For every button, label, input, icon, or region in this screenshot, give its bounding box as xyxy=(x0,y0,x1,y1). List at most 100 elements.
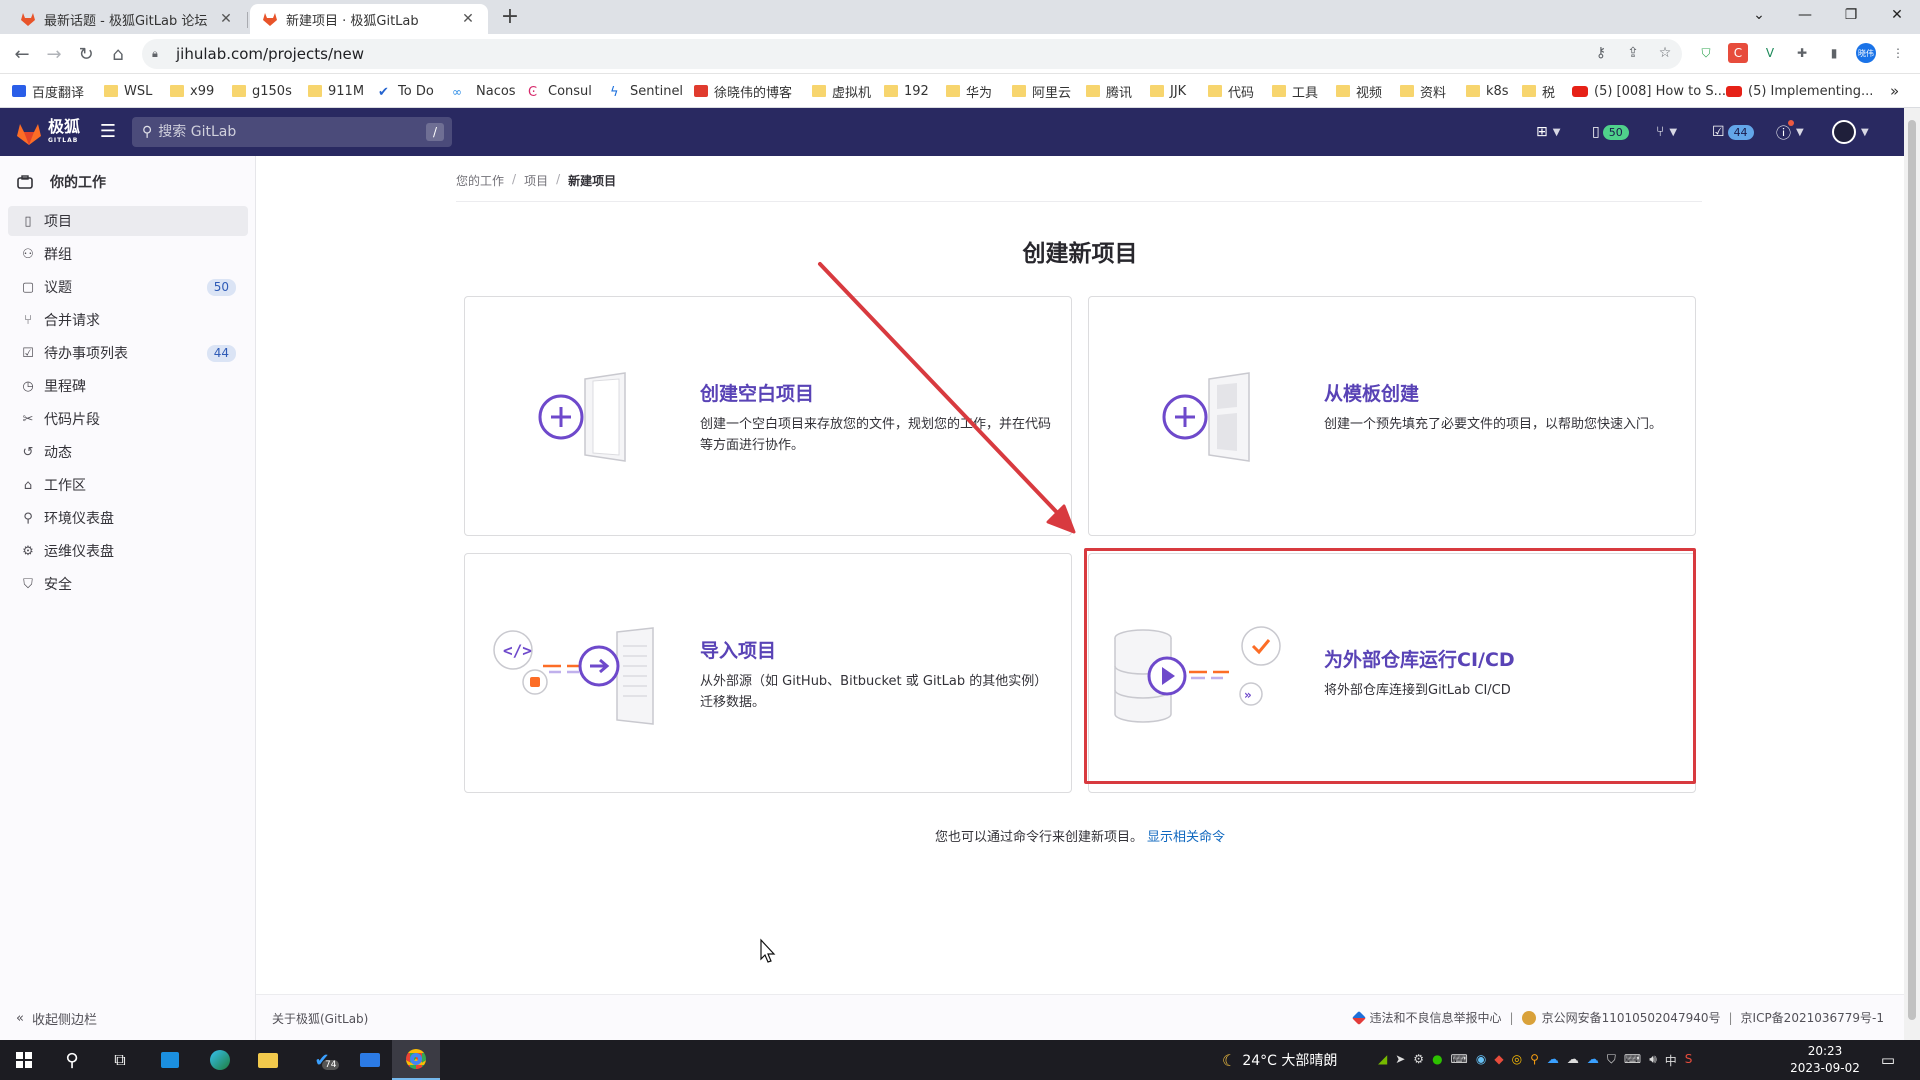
report-center-link[interactable]: 违法和不良信息举报中心 xyxy=(1370,1009,1502,1026)
bookmark-item[interactable]: ✔ To Do xyxy=(378,82,434,101)
gitlab-logo[interactable]: 极狐 GITLAB xyxy=(16,119,80,148)
chrome-icon[interactable] xyxy=(392,1040,440,1080)
search-tray-icon[interactable]: ⚲ xyxy=(1530,1052,1539,1069)
sidebar-item-todos[interactable]: ☑ 待办事项列表 44 xyxy=(8,338,248,368)
back-icon[interactable]: ← xyxy=(8,40,36,68)
chrome-tray-icon[interactable]: ◎ xyxy=(1512,1052,1522,1069)
sogou-icon[interactable]: S xyxy=(1685,1052,1693,1069)
send-icon[interactable]: ➤ xyxy=(1395,1052,1405,1069)
bookmark-item[interactable]: 阿里云 xyxy=(1012,82,1071,101)
close-icon[interactable]: ✕ xyxy=(218,11,234,27)
color-app-icon[interactable]: ◆ xyxy=(1494,1052,1503,1069)
onedrive-personal-icon[interactable]: ☁ xyxy=(1567,1052,1579,1069)
windows-start-icon[interactable] xyxy=(0,1040,48,1080)
create-new-dropdown[interactable]: ⊞ ▼ xyxy=(1536,120,1560,144)
bookmark-item[interactable]: x99 xyxy=(170,82,214,100)
tray-app-icon[interactable]: ⌨ xyxy=(1451,1052,1468,1069)
todo-app-icon[interactable]: ✔ 74 xyxy=(298,1040,346,1080)
create-blank-project-panel[interactable]: 创建空白项目 创建一个空白项目来存放您的文件，规划您的工作，并在代码等方面进行协… xyxy=(464,296,1072,536)
bookmark-item[interactable]: ϟ Sentinel xyxy=(610,82,683,101)
wechat-icon[interactable]: ● xyxy=(1432,1052,1442,1069)
notification-center-icon[interactable]: ▭ xyxy=(1876,1048,1900,1072)
bookmark-item[interactable]: (5) [008] How to S... xyxy=(1572,82,1726,100)
volume-icon[interactable]: 🔊︎ xyxy=(1649,1052,1657,1069)
sidepanel-icon[interactable]: ▮ xyxy=(1824,43,1844,63)
sidebar-item-operations[interactable]: ⚙ 运维仪表盘 xyxy=(8,536,248,566)
edge-browser-icon[interactable] xyxy=(196,1040,244,1080)
shield-extension-icon[interactable]: ⛉ xyxy=(1696,43,1716,63)
bookmark-item[interactable]: 腾讯 xyxy=(1086,82,1132,101)
onedrive-icon[interactable]: ☁ xyxy=(1547,1052,1559,1069)
sidebar-item-snippets[interactable]: ✂ 代码片段 xyxy=(8,404,248,434)
bookmark-item[interactable]: 徐晓伟的博客 xyxy=(694,82,792,101)
puzzle-icon[interactable]: ✚ xyxy=(1792,43,1812,63)
browser-tab-new-project[interactable]: 新建项目 · 极狐GitLab ✕ xyxy=(250,4,488,34)
kebab-menu-icon[interactable]: ⋮ xyxy=(1888,43,1908,63)
sidebar-item-workspaces[interactable]: ⌂ 工作区 xyxy=(8,470,248,500)
home-icon[interactable]: ⌂ xyxy=(104,40,132,68)
file-explorer-icon[interactable] xyxy=(244,1040,292,1080)
bookmark-item[interactable]: JJK xyxy=(1150,82,1186,100)
breadcrumb-projects[interactable]: 项目 xyxy=(524,172,548,189)
sidebar-item-merge-requests[interactable]: ⑂ 合并请求 xyxy=(8,305,248,335)
task-view-icon[interactable]: ⧉ xyxy=(96,1040,144,1080)
bookmark-item[interactable]: k8s xyxy=(1466,82,1509,100)
sidebar-item-activity[interactable]: ↺ 动态 xyxy=(8,437,248,467)
create-from-template-panel[interactable]: 从模板创建 创建一个预先填充了必要文件的项目，以帮助您快速入门。 xyxy=(1088,296,1696,536)
breadcrumb-new-project[interactable]: 新建项目 xyxy=(568,172,616,189)
bookmark-item[interactable]: 工具 xyxy=(1272,82,1318,101)
search-icon[interactable]: ⚲ xyxy=(48,1040,96,1080)
todos-button[interactable]: ☑ 44 xyxy=(1712,120,1754,144)
browser-tab-forum[interactable]: 最新话题 - 极狐GitLab 论坛 ✕ xyxy=(8,4,246,34)
v-extension-icon[interactable]: V xyxy=(1760,43,1780,63)
nvidia-icon[interactable]: ◢ xyxy=(1378,1052,1387,1069)
system-clock[interactable]: 20:23 2023-09-02 xyxy=(1786,1043,1864,1077)
search-input[interactable] xyxy=(158,124,409,140)
bookmark-item[interactable]: 资料 xyxy=(1400,82,1446,101)
steam-client-icon[interactable]: ◉ xyxy=(1476,1052,1486,1069)
issues-button[interactable]: ▯ 50 xyxy=(1592,120,1629,144)
bookmark-item[interactable]: 百度翻译 xyxy=(12,82,84,101)
bookmark-item[interactable]: g150s xyxy=(232,82,292,100)
import-project-panel[interactable]: </> 导入项目 从外部源（如 GitHub、Bitbucket 或 GitLa… xyxy=(464,553,1072,793)
bookmark-item[interactable]: 税 xyxy=(1522,82,1555,101)
sidebar-context-header[interactable]: 你的工作 xyxy=(16,170,106,194)
address-bar[interactable]: 🔒︎ jihulab.com/projects/new xyxy=(142,39,1682,69)
user-menu-dropdown[interactable]: ▼ xyxy=(1832,120,1869,144)
close-icon[interactable]: ✕ xyxy=(460,11,476,27)
bookmarks-overflow-button[interactable]: » xyxy=(1890,82,1899,100)
run-cicd-external-repo-panel[interactable]: » 为外部仓库运行CI/CD 将外部仓库连接到GitLab CI/CD xyxy=(1088,553,1696,793)
bookmark-item[interactable]: 192 xyxy=(884,82,929,100)
sidebar-item-security[interactable]: ⛉ 安全 xyxy=(8,569,248,599)
bookmark-item[interactable]: WSL xyxy=(104,82,152,100)
steam-icon[interactable]: ⚙ xyxy=(1413,1052,1424,1069)
sidebar-item-environments[interactable]: ⚲ 环境仪表盘 xyxy=(8,503,248,533)
tab-search-icon[interactable]: ⌄ xyxy=(1736,0,1782,30)
mail-icon[interactable] xyxy=(346,1040,394,1080)
key-icon[interactable]: ⚷ xyxy=(1590,42,1612,64)
cloud-sync-icon[interactable]: ☁ xyxy=(1587,1052,1599,1069)
security-icon[interactable]: ⛉ xyxy=(1607,1052,1616,1069)
sidebar-item-groups[interactable]: ⚇ 群组 xyxy=(8,239,248,269)
bookmark-item[interactable]: ∞ Nacos xyxy=(452,82,516,100)
show-commands-link[interactable]: 显示相关命令 xyxy=(1147,830,1225,845)
reload-icon[interactable]: ↻ xyxy=(72,40,100,68)
weather-widget[interactable]: ☾ 24°C 大部晴朗 xyxy=(1222,1050,1337,1070)
sidebar-item-issues[interactable]: ▢ 议题 50 xyxy=(8,272,248,302)
bookmark-item[interactable]: 华为 xyxy=(946,82,992,101)
sidebar-item-projects[interactable]: ▯ 项目 xyxy=(8,206,248,236)
collapse-sidebar-button[interactable]: « 收起侧边栏 xyxy=(16,1008,97,1028)
bookmark-star-icon[interactable]: ☆ xyxy=(1654,42,1676,64)
c-extension-icon[interactable]: C xyxy=(1728,43,1748,63)
forward-icon[interactable]: → xyxy=(40,40,68,68)
merge-requests-dropdown[interactable]: ⑂ ▼ xyxy=(1656,120,1677,144)
bookmark-item[interactable]: 911M xyxy=(308,82,364,100)
store-icon[interactable] xyxy=(146,1040,194,1080)
about-gitlab-link[interactable]: 关于极狐(GitLab) xyxy=(272,1010,368,1027)
page-scrollbar[interactable] xyxy=(1904,108,1920,1040)
police-record-link[interactable]: 京公网安备11010502047940号 xyxy=(1542,1009,1721,1026)
bookmark-item[interactable]: (5) Implementing... xyxy=(1726,82,1873,100)
bookmark-item[interactable]: Ͼ Consul xyxy=(528,82,592,101)
minimize-button[interactable]: — xyxy=(1782,0,1828,30)
profile-avatar[interactable]: 晓伟 xyxy=(1856,43,1876,63)
